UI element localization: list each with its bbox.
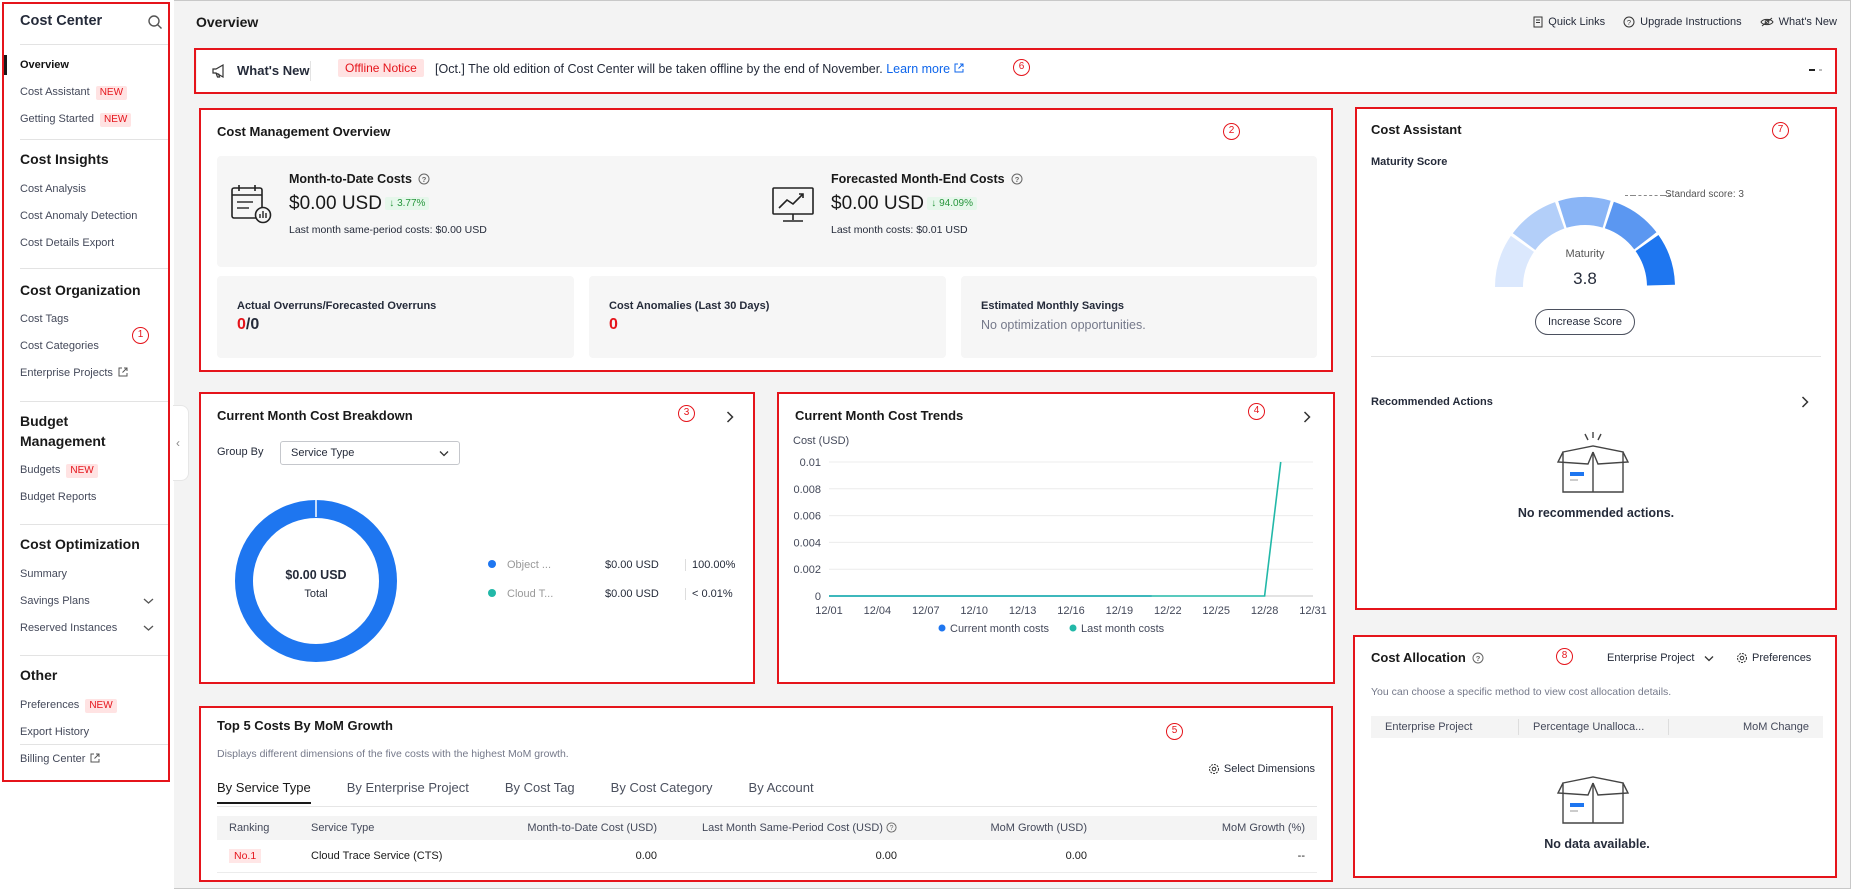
chevron-left-icon: ‹ xyxy=(176,436,180,450)
quick-links-link[interactable]: Quick Links xyxy=(1533,16,1605,28)
upgrade-instructions-link[interactable]: ? Upgrade Instructions xyxy=(1623,16,1742,28)
annotation-marker: 7 xyxy=(1772,122,1789,139)
document-icon xyxy=(1533,16,1543,28)
annotation-box xyxy=(1353,635,1837,878)
annotation-box xyxy=(199,706,1333,882)
annotation-box xyxy=(1355,107,1837,610)
annotation-marker: 2 xyxy=(1223,123,1240,140)
annotation-box xyxy=(777,392,1335,684)
annotation-box xyxy=(199,392,755,684)
annotation-box xyxy=(2,2,170,782)
annotation-marker: 8 xyxy=(1556,648,1573,665)
annotation-marker: 6 xyxy=(1013,59,1030,76)
svg-text:?: ? xyxy=(1627,18,1631,27)
page-title: Overview xyxy=(196,14,259,30)
whats-new-link[interactable]: What's New xyxy=(1760,16,1837,28)
annotation-box xyxy=(199,108,1333,372)
help-icon: ? xyxy=(1623,16,1635,28)
annotation-marker: 5 xyxy=(1166,723,1183,740)
annotation-marker: 1 xyxy=(132,327,149,344)
sidebar-collapse-toggle[interactable]: ‹ xyxy=(173,405,189,481)
annotation-marker: 4 xyxy=(1248,403,1265,420)
top-links: Quick Links ? Upgrade Instructions What's… xyxy=(1533,16,1837,28)
eye-icon xyxy=(1760,17,1774,27)
annotation-marker: 3 xyxy=(678,405,695,422)
